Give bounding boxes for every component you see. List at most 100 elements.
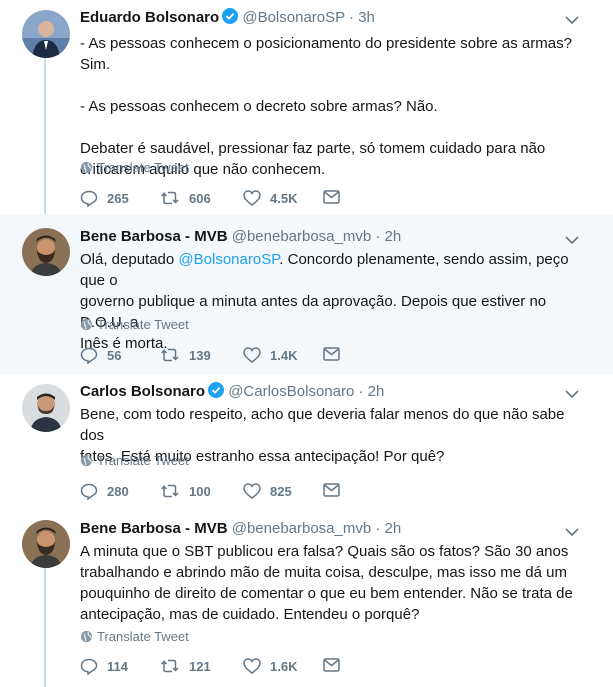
reply-button[interactable]: 280 — [80, 483, 129, 500]
like-button[interactable]: 4.5K — [243, 190, 297, 206]
tweet-text-line: - As pessoas conhecem o posicionamento d… — [80, 35, 572, 73]
globe-icon — [80, 318, 93, 331]
reply-count: 265 — [107, 191, 129, 206]
author-name[interactable]: Bene Barbosa - MVB — [80, 520, 228, 537]
tweet-text-line: Debater é saudável, pressionar faz parte… — [80, 140, 546, 157]
author-name[interactable]: Bene Barbosa - MVB — [80, 228, 228, 245]
translate-tweet-link[interactable]: Translate Tweet — [80, 160, 189, 175]
retweet-icon — [160, 348, 179, 362]
tweet-text-line: A minuta que o SBT publicou era falsa? Q… — [80, 543, 569, 560]
retweet-icon — [160, 659, 179, 673]
like-count: 1.6K — [270, 658, 298, 674]
like-button[interactable]: 1.6K — [243, 658, 297, 674]
like-count: 1.4K — [270, 347, 298, 363]
translate-label[interactable]: Translate Tweet — [97, 453, 189, 468]
message-button[interactable] — [323, 347, 349, 361]
author-name[interactable]: Carlos Bolsonaro — [80, 383, 205, 400]
tweet[interactable]: Carlos Bolsonaro @CarlosBolsonaro · 2h B… — [0, 374, 613, 512]
tweet-actions: 265 606 4.5K — [80, 190, 500, 210]
avatar[interactable] — [22, 228, 70, 276]
translate-tweet-link[interactable]: Translate Tweet — [80, 629, 189, 644]
retweet-button[interactable]: 139 — [160, 347, 211, 363]
message-icon — [323, 658, 340, 672]
reply-button[interactable]: 56 — [80, 347, 121, 364]
translate-label[interactable]: Translate Tweet — [97, 160, 189, 175]
tweet-text: Olá, deputado @BolsonaroSP. Concordo ple… — [80, 249, 590, 354]
message-icon — [323, 347, 340, 361]
avatar[interactable] — [22, 384, 70, 432]
tweet-header: Bene Barbosa - MVB @benebarbosa_mvb · 2h — [80, 520, 401, 537]
message-button[interactable] — [323, 658, 349, 672]
like-count: 825 — [270, 483, 292, 499]
retweet-button[interactable]: 121 — [160, 658, 211, 674]
timestamp[interactable]: · 2h — [375, 520, 401, 537]
tweet-text-line: trabalhando e abrindo mão de muita coisa… — [80, 564, 567, 581]
message-button[interactable] — [323, 483, 349, 497]
retweet-count: 121 — [189, 658, 211, 674]
translate-label[interactable]: Translate Tweet — [97, 317, 189, 332]
author-name[interactable]: Eduardo Bolsonaro — [80, 9, 219, 26]
author-handle[interactable]: @benebarbosa_mvb — [232, 228, 371, 245]
tweet-actions: 114 121 1.6K — [80, 658, 500, 678]
globe-icon — [80, 630, 93, 643]
chevron-down-icon[interactable] — [565, 386, 579, 404]
like-button[interactable]: 825 — [243, 483, 292, 499]
reply-button[interactable]: 265 — [80, 190, 129, 207]
reply-icon — [80, 483, 98, 500]
tweet-actions: 280 100 825 — [80, 483, 500, 503]
author-handle[interactable]: @benebarbosa_mvb — [232, 520, 371, 537]
tweet-text-line: pouquinho de direito de comentar o que e… — [80, 585, 573, 602]
tweet[interactable]: Bene Barbosa - MVB @benebarbosa_mvb · 2h… — [0, 214, 613, 374]
timestamp[interactable]: · 3h — [349, 9, 375, 26]
tweet-actions: 56 139 1.4K — [80, 347, 500, 367]
tweet-text-line — [80, 117, 590, 138]
chevron-down-icon[interactable] — [565, 232, 579, 250]
tweet-text-line: antecipação, mas de cuidado. Entendeu o … — [80, 606, 420, 623]
like-icon — [243, 483, 261, 499]
mention-link[interactable]: @BolsonaroSP — [178, 251, 279, 268]
retweet-count: 139 — [189, 347, 211, 363]
tweet-header: Bene Barbosa - MVB @benebarbosa_mvb · 2h — [80, 228, 401, 245]
like-button[interactable]: 1.4K — [243, 347, 297, 363]
verified-badge-icon — [222, 8, 239, 28]
chevron-down-icon[interactable] — [565, 524, 579, 542]
retweet-button[interactable]: 606 — [160, 190, 211, 206]
tweet-text-line: Olá, deputado @BolsonaroSP. Concordo ple… — [80, 249, 590, 291]
retweet-count: 606 — [189, 190, 211, 206]
reply-count: 280 — [107, 484, 129, 499]
verified-badge-icon — [208, 382, 225, 402]
tweet-text-line — [80, 75, 590, 96]
timestamp[interactable]: · 2h — [359, 383, 385, 400]
message-icon — [323, 190, 340, 204]
globe-icon — [80, 161, 93, 174]
translate-label[interactable]: Translate Tweet — [97, 629, 189, 644]
retweet-icon — [160, 191, 179, 205]
message-button[interactable] — [323, 190, 349, 204]
author-handle[interactable]: @CarlosBolsonaro — [228, 383, 354, 400]
avatar[interactable] — [22, 10, 70, 58]
reply-count: 114 — [107, 659, 128, 674]
author-handle[interactable]: @BolsonaroSP — [242, 9, 345, 26]
tweet[interactable]: Bene Barbosa - MVB @benebarbosa_mvb · 2h… — [0, 512, 613, 687]
retweet-button[interactable]: 100 — [160, 483, 211, 499]
chevron-down-icon[interactable] — [565, 12, 579, 30]
like-count: 4.5K — [270, 190, 298, 206]
message-icon — [323, 483, 340, 497]
tweet-text: - As pessoas conhecem o posicionamento d… — [80, 33, 590, 180]
tweet-text-prefix: Olá, deputado — [80, 251, 179, 268]
avatar[interactable] — [22, 520, 70, 568]
timestamp[interactable]: · 2h — [375, 228, 401, 245]
like-icon — [243, 190, 261, 206]
retweet-count: 100 — [189, 483, 211, 499]
reply-icon — [80, 190, 98, 207]
translate-tweet-link[interactable]: Translate Tweet — [80, 453, 189, 468]
reply-button[interactable]: 114 — [80, 658, 128, 675]
tweet[interactable]: Eduardo Bolsonaro @BolsonaroSP · 3h - As… — [0, 0, 613, 214]
reply-icon — [80, 347, 98, 364]
tweet-header: Carlos Bolsonaro @CarlosBolsonaro · 2h — [80, 382, 384, 402]
translate-tweet-link[interactable]: Translate Tweet — [80, 317, 189, 332]
tweet-header: Eduardo Bolsonaro @BolsonaroSP · 3h — [80, 8, 375, 28]
tweet-text-line: Bene, com todo respeito, acho que deveri… — [80, 406, 565, 444]
like-icon — [243, 347, 261, 363]
tweet-text-line: - As pessoas conhecem o decreto sobre ar… — [80, 98, 438, 115]
